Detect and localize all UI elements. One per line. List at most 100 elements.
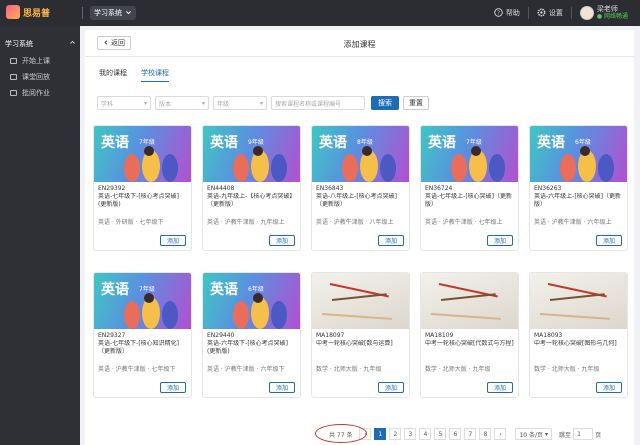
cover-illustration xyxy=(380,154,396,182)
course-card[interactable]: 英语 7年级 EN29392 英语-七年级下-[核心考点突破](更新版) 英语 · 外研… xyxy=(93,125,192,251)
cover-illustration xyxy=(233,154,249,182)
subject-placeholder: 学科 xyxy=(101,100,114,108)
highlight-ring xyxy=(315,423,367,443)
user-menu[interactable]: 梁老师 ● 网络畅通 xyxy=(572,5,636,21)
cover-grade: 7年级 xyxy=(466,139,482,146)
cover-illustration xyxy=(124,301,140,329)
chevron-down-icon: ▾ xyxy=(259,99,263,107)
cover-illustration xyxy=(362,146,372,156)
course-card[interactable]: MA18093 中考一轮核心突破[图形与几何] 数学 · 北师大版 · 九年级 添加 xyxy=(529,272,628,398)
course-name: 中考一轮核心突破[图形与几何] xyxy=(534,340,617,347)
add-course-button[interactable]: 添加 xyxy=(269,235,295,246)
page-button-1[interactable]: 1 xyxy=(374,428,387,440)
cover-grade: 7年级 xyxy=(139,286,155,293)
course-name: 中考一轮核心突破[代数式与方程] xyxy=(425,340,514,347)
course-info: EN29440 英语-六年级下-[核心考点突破](更新版) 英语 · 沪教牛津版 ·… xyxy=(203,329,300,377)
course-info: MA18109 中考一轮核心突破[代数式与方程] 数学 · 北师大版 · 九年级 xyxy=(421,329,518,377)
page-button-5[interactable]: 5 xyxy=(434,428,447,440)
sidebar: 学习系统 开始上课 课堂回放 批阅作业 xyxy=(0,26,80,445)
logo-divider xyxy=(82,7,83,19)
course-card[interactable]: 英语 6年级 EN29440 英语-六年级下-[核心考点突破](更新版) 英语 · 沪教… xyxy=(202,272,301,398)
goto-page-input[interactable]: 1 xyxy=(573,428,594,440)
add-course-button[interactable]: 添加 xyxy=(596,382,622,393)
sidebar-section-learning[interactable]: 学习系统 xyxy=(0,26,80,53)
page-button-8[interactable]: 8 xyxy=(479,428,492,440)
course-card[interactable]: 英语 6年级 EN36263 英语-六年级上-[核心突破]（更新版） 英语 · 沪教牛津… xyxy=(529,125,628,251)
chevron-down-icon: ▾ xyxy=(201,99,205,107)
cover-illustration xyxy=(271,154,287,182)
course-code: MA18109 xyxy=(425,332,454,339)
add-course-button[interactable]: 添加 xyxy=(378,235,404,246)
sidebar-item-homework[interactable]: 批阅作业 xyxy=(0,85,80,101)
next-page-button[interactable]: › xyxy=(494,428,507,440)
page-title: 添加课程 xyxy=(343,40,376,49)
subject-select[interactable]: 学科 ▾ xyxy=(97,96,151,110)
page-size-select[interactable]: 10 条/页 ▾ xyxy=(515,428,553,440)
course-card[interactable]: MA18109 中考一轮核心突破[代数式与方程] 数学 · 北师大版 · 九年级添加 xyxy=(420,272,519,398)
page-button-6[interactable]: 6 xyxy=(449,428,462,440)
course-name: 英语-七年级下-[核心知识精化]（更新版） xyxy=(98,340,180,355)
system-switch-dropdown[interactable]: 学习系统 xyxy=(90,6,136,20)
cover-illustration xyxy=(489,154,505,182)
add-course-button[interactable]: 添加 xyxy=(487,382,513,393)
sidebar-item-start-class[interactable]: 开始上课 xyxy=(0,53,80,69)
top-bar: 思易普 学习系统 ? 帮助 设置 梁老师 ● 网络畅通 xyxy=(0,0,640,26)
page-button-7[interactable]: 7 xyxy=(464,428,477,440)
cover-illustration xyxy=(271,301,287,329)
course-meta: 英语 · 外研版 · 七年级下 xyxy=(98,219,164,226)
course-meta: 数学 · 北师大版 · 九年级 xyxy=(425,366,491,373)
add-course-button[interactable]: 添加 xyxy=(160,382,186,393)
cover-grade: 6年级 xyxy=(248,286,264,293)
course-cover-image: 英语 6年级 xyxy=(203,273,300,329)
page-button-3[interactable]: 3 xyxy=(404,428,417,440)
add-course-button[interactable]: 添加 xyxy=(160,235,186,246)
add-course-button[interactable]: 添加 xyxy=(487,235,513,246)
course-meta: 英语 · 沪教牛津版 · 六年级下 xyxy=(207,366,285,373)
goto-label: 跳至 xyxy=(559,431,572,439)
add-course-button[interactable]: 添加 xyxy=(269,382,295,393)
cover-illustration xyxy=(253,146,263,156)
course-card[interactable]: MA18097 中考一轮核心突破[数与运算] 数学 · 北师大版 · 九年级添加 xyxy=(311,272,410,398)
grade-select[interactable]: 年级 ▾ xyxy=(213,96,267,110)
add-course-button[interactable]: 添加 xyxy=(596,235,622,246)
course-code: EN36263 xyxy=(534,185,562,192)
course-meta: 数学 · 北师大版 · 九年级 xyxy=(534,366,600,373)
sidebar-item-playback[interactable]: 课堂回放 xyxy=(0,69,80,85)
edition-select[interactable]: 版本 ▾ xyxy=(155,96,209,110)
tab-my-courses[interactable]: 我的课程 xyxy=(99,68,127,82)
course-code: EN29392 xyxy=(98,185,126,192)
course-card[interactable]: 英语 7年级 EN29327 英语-七年级下-[核心知识精化]（更新版） 英语 · 沪教… xyxy=(93,272,192,398)
course-code: EN36724 xyxy=(425,185,453,192)
course-cover-image: 英语 7年级 xyxy=(421,126,518,182)
app-logo[interactable]: 思易普 xyxy=(6,5,50,19)
cover-title: 英语 xyxy=(101,135,129,151)
course-name: 英语-九年级上-【核心考点突破】（更新版） xyxy=(207,193,296,208)
add-course-button[interactable]: 添加 xyxy=(378,382,404,393)
logo-mark-icon xyxy=(6,5,20,19)
cover-illustration xyxy=(440,293,496,301)
course-card[interactable]: 英语 7年级 EN36724 英语-七年级上-[核心突破]（更新版） 英语 · 沪教牛津… xyxy=(420,125,519,251)
cover-illustration xyxy=(162,154,178,182)
cover-grade: 9年级 xyxy=(248,139,264,146)
cover-illustration xyxy=(471,146,481,156)
course-card[interactable]: 英语 9年级 EN44408 英语-九年级上-【核心考点突破】（更新版） 英语 · 沪教… xyxy=(202,125,301,251)
search-placeholder: 搜索课程名称或课程编号 xyxy=(275,100,342,108)
homework-icon xyxy=(10,90,17,96)
chevron-down-icon xyxy=(125,9,132,18)
help-button[interactable]: ? 帮助 xyxy=(486,7,528,19)
reset-button[interactable]: 重置 xyxy=(403,96,429,110)
total-count: 共 77 条 xyxy=(315,423,367,443)
page-button-4[interactable]: 4 xyxy=(419,428,432,440)
course-grid: 英语 7年级 EN29392 英语-七年级下-[核心考点突破](更新版) 英语 · 外研… xyxy=(93,125,628,398)
course-info: EN29327 英语-七年级下-[核心知识精化]（更新版） 英语 · 沪教牛津版 ·… xyxy=(94,329,191,377)
course-info: MA18097 中考一轮核心突破[数与运算] 数学 · 北师大版 · 九年级 xyxy=(312,329,409,377)
course-code: EN29440 xyxy=(207,332,235,339)
pagination: 共 77 条 ‹ 1 2 3 4 5 6 7 8 › 10 条/页 ▾ 跳至 1… xyxy=(315,423,601,443)
search-input[interactable]: 搜索课程名称或课程编号 xyxy=(271,96,365,110)
header-divider xyxy=(85,56,634,57)
course-card[interactable]: 英语 8年级 EN36843 英语-八年级上-[核心考点突破]（更新版） 英语 · 沪教… xyxy=(311,125,410,251)
settings-button[interactable]: 设置 xyxy=(529,8,571,19)
tab-school-courses[interactable]: 学校课程 xyxy=(141,68,169,82)
search-button[interactable]: 搜索 xyxy=(371,96,399,110)
page-button-2[interactable]: 2 xyxy=(389,428,402,440)
